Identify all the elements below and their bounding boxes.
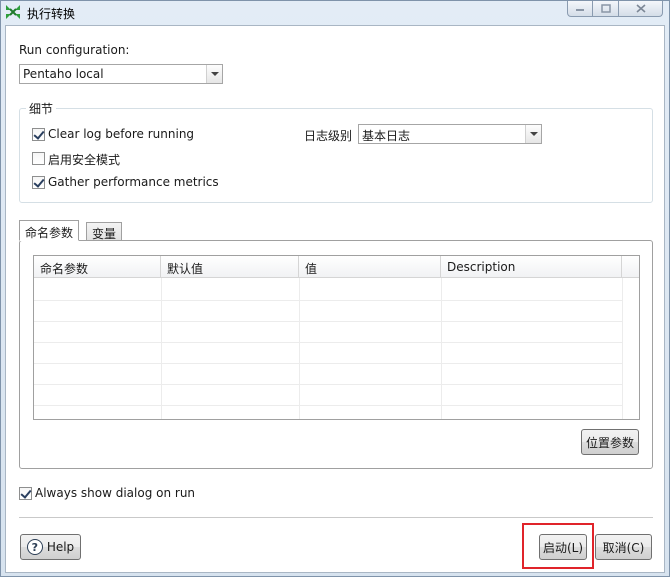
start-button[interactable]: 启动(L) <box>539 534 587 560</box>
chevron-down-icon[interactable] <box>206 65 222 83</box>
safe-mode-checkbox[interactable] <box>32 152 45 165</box>
always-show-label[interactable]: Always show dialog on run <box>35 486 195 500</box>
close-button[interactable] <box>619 1 663 17</box>
row-divider <box>34 300 622 301</box>
log-level-label: 日志级别 <box>304 129 353 143</box>
parameters-table[interactable]: 命名参数 默认值 值 Description <box>33 255 640 420</box>
table-header: 命名参数 默认值 值 Description <box>34 256 639 278</box>
column-header-name[interactable]: 命名参数 <box>34 256 161 278</box>
run-configuration-label: Run configuration: <box>19 43 130 57</box>
minimize-button[interactable] <box>567 1 593 17</box>
log-level-value: 基本日志 <box>362 129 411 143</box>
column-header-value[interactable]: 值 <box>299 256 441 278</box>
row-divider <box>34 384 622 385</box>
maximize-icon <box>600 4 611 13</box>
clear-log-label[interactable]: Clear log before running <box>48 127 194 141</box>
title-bar[interactable]: 执行转换 <box>1 1 669 23</box>
chevron-down-icon[interactable] <box>525 125 541 143</box>
close-icon <box>635 4 646 13</box>
tab-label: 变量 <box>92 227 117 241</box>
row-divider <box>34 321 622 322</box>
cancel-button[interactable]: 取消(C) <box>595 534 652 560</box>
details-group-title: 细节 <box>26 100 57 117</box>
gather-metrics-label[interactable]: Gather performance metrics <box>48 175 219 189</box>
always-show-checkbox[interactable] <box>19 487 32 500</box>
separator <box>19 517 653 518</box>
safe-mode-label[interactable]: 启用安全模式 <box>48 151 120 168</box>
column-divider <box>622 278 623 419</box>
help-button[interactable]: ? Help <box>20 534 81 560</box>
run-configuration-value: Pentaho local <box>23 67 104 81</box>
gather-metrics-checkbox[interactable] <box>32 176 45 189</box>
column-header-description[interactable]: Description <box>441 256 622 278</box>
help-icon: ? <box>26 539 43 555</box>
row-divider <box>34 363 622 364</box>
clear-log-checkbox[interactable] <box>32 128 45 141</box>
dialog-content: Run configuration: Pentaho local 细节 Clea… <box>5 25 665 573</box>
window-title: 执行转换 <box>27 7 76 21</box>
tab-variables[interactable]: 变量 <box>86 222 123 241</box>
row-divider <box>34 405 622 406</box>
column-header-default[interactable]: 默认值 <box>161 256 299 278</box>
tab-label: 命名参数 <box>25 226 74 240</box>
minimize-icon <box>576 8 584 11</box>
pentaho-app-icon <box>6 5 20 19</box>
help-button-label: Help <box>46 540 75 554</box>
log-level-select[interactable]: 基本日志 <box>358 124 542 144</box>
position-parameters-button[interactable]: 位置参数 <box>581 429 639 455</box>
row-divider <box>34 342 622 343</box>
run-transformation-dialog: 执行转换 Run configuration: Pentaho local 细节… <box>0 0 670 577</box>
tab-named-parameters[interactable]: 命名参数 <box>19 220 80 241</box>
run-configuration-select[interactable]: Pentaho local <box>19 64 223 84</box>
maximize-button[interactable] <box>593 1 619 17</box>
